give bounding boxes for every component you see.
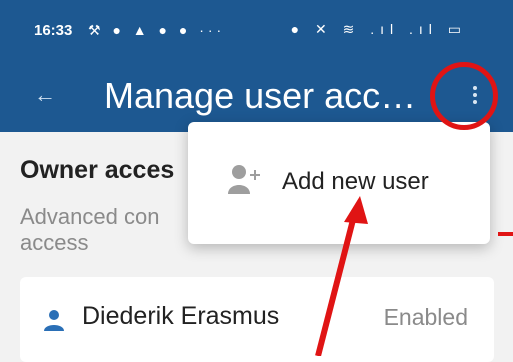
user-name: Diederik Erasmus [82, 302, 280, 330]
add-person-icon [228, 165, 260, 194]
status-bar: 16:33 ⚒ ● ▲ ● ● ··· ● ✕ ≋ .ıl .ıl ▭ [0, 0, 513, 64]
overflow-menu: Add new user [188, 122, 490, 244]
back-arrow-icon[interactable]: ← [34, 82, 56, 107]
user-status: Enabled [383, 304, 468, 330]
user-row[interactable]: Diederik Erasmus Enabled [20, 277, 494, 362]
section-title: Owner acces [20, 156, 175, 184]
status-time: 16:33 [34, 22, 73, 39]
annotation-circle [430, 62, 498, 130]
notification-icons: ⚒ ● ▲ ● ● ··· [88, 22, 226, 38]
system-status-icons: ● ✕ ≋ .ıl .ıl ▭ [290, 21, 467, 37]
person-icon [44, 310, 64, 331]
page-title: Manage user acc… [104, 75, 417, 116]
add-new-user-menu-item[interactable]: Add new user [188, 122, 490, 244]
add-new-user-label: Add new user [282, 168, 429, 195]
